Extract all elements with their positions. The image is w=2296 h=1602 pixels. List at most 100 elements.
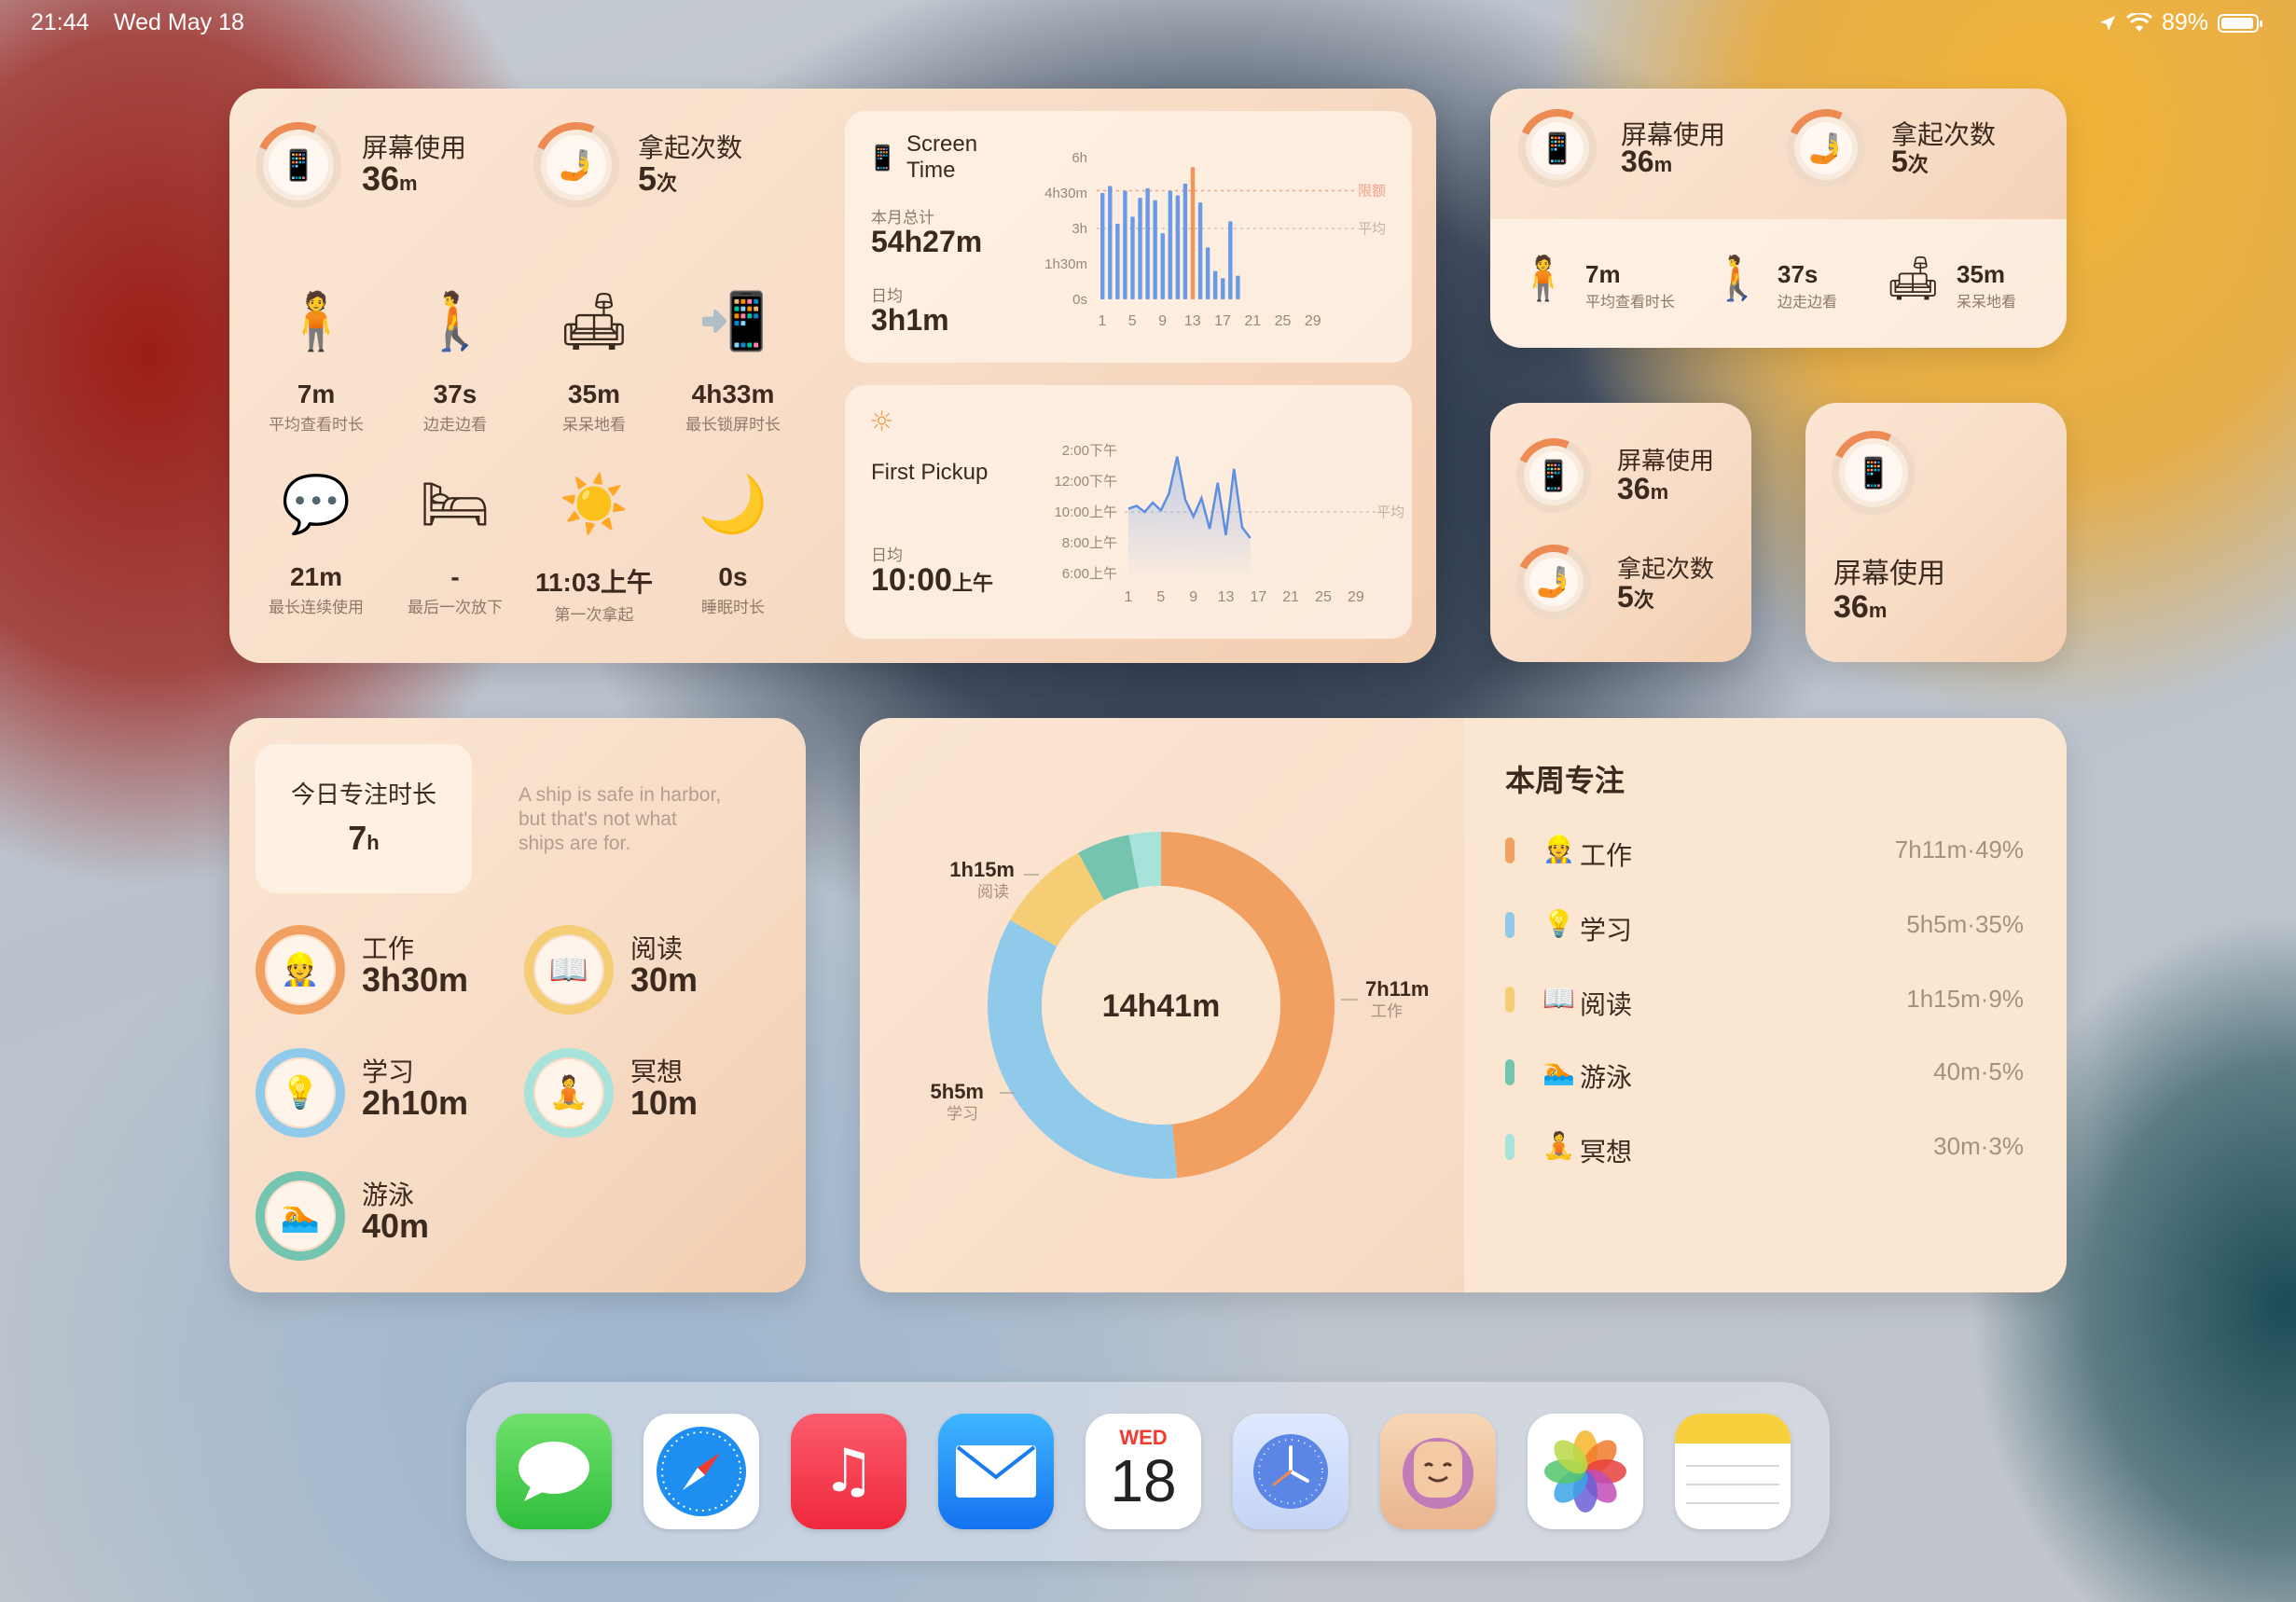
- medium-screen-use-value: 36m: [1621, 145, 1673, 178]
- bar-xtick: 9: [1158, 313, 1167, 329]
- focus-swim-value: 40m: [362, 1207, 430, 1245]
- line-xtick: 1: [1125, 589, 1133, 605]
- week-focus-legend: 👷 工作 7h11m·49% 💡 学习 5h5m·35% 📖 阅读 1h15m·9% 🏊 游泳…: [1505, 830, 2024, 1222]
- stat-sleep: 0s 睡眠时长: [701, 562, 765, 616]
- bar: [1123, 190, 1127, 299]
- focus-work-ring: 👷: [256, 925, 345, 1015]
- first-pickup-panel: ☼ First Pickup 日均 10:00上午 2:00下午 12:00下午 1…: [845, 385, 1412, 639]
- line-ytick: 8:00上午: [1062, 535, 1117, 551]
- photos-app-icon[interactable]: [1528, 1414, 1643, 1529]
- calendar-app-icon[interactable]: WED 18: [1086, 1414, 1201, 1529]
- focus-meditate-ring: 🧘: [524, 1048, 614, 1138]
- status-bar: 21:44 Wed May 18 89%: [0, 0, 2296, 47]
- line-xtick: 5: [1156, 589, 1165, 605]
- screen-use-value: 36m: [362, 159, 418, 198]
- bed-icon: 🛏: [419, 472, 491, 537]
- stat-longest-lock: 4h33m 最长锁屏时长: [685, 380, 781, 434]
- walking-person-icon: 🚶: [420, 289, 491, 354]
- status-right: 89%: [2098, 9, 2262, 36]
- legend-row-work: 👷 工作 7h11m·49%: [1505, 830, 2024, 877]
- medium-walking-icon: 🚶: [1710, 253, 1764, 303]
- month-total-value: 54h27m: [871, 225, 983, 258]
- screen-time-large-widget[interactable]: 📱 屏幕使用 36m 🤳 拿起次数 5次 🧍 🚶 🛋 📲 7m 平均查看时长 37…: [229, 89, 1436, 663]
- stat-last-putdown: - 最后一次放下: [408, 562, 503, 616]
- limit-label: 限额: [1358, 183, 1386, 199]
- locked-phone-icon: 📲: [698, 289, 768, 354]
- bar-ytick: 4h30m: [1044, 186, 1087, 201]
- small-b-ring: 📱: [1819, 419, 1928, 527]
- bar-xtick: 25: [1275, 313, 1292, 329]
- focus-reading-ring: 📖: [524, 925, 614, 1015]
- smiling-face-app-icon[interactable]: [1380, 1414, 1496, 1529]
- pickups-value: 5次: [638, 159, 678, 198]
- average-label: 平均: [1358, 221, 1386, 237]
- stat-longest-use: 21m 最长连续使用: [269, 562, 364, 616]
- screen-time-title: Screen Time: [906, 131, 978, 183]
- pickup-average-label: 平均: [1376, 504, 1404, 520]
- week-focus-widget[interactable]: 14h41m 7h11m 工作 5h5m 学习 1h15m 阅读 本周专注 👷 工作 7h11m…: [860, 718, 2067, 1292]
- donut-annotation-label: 阅读: [977, 883, 1009, 901]
- mail-app-icon[interactable]: [938, 1414, 1054, 1529]
- bar: [1228, 221, 1233, 299]
- legend-row-swim: 🏊 游泳 40m·5%: [1505, 1052, 2024, 1098]
- focus-today-widget[interactable]: 今日专注时长 7h A ship is safe in harbor, but t…: [229, 718, 806, 1292]
- focus-work-value: 3h30m: [362, 960, 469, 999]
- line-xtick: 9: [1189, 589, 1197, 605]
- line-ytick: 2:00下午: [1062, 443, 1117, 459]
- donut-center-label: 14h41m: [1102, 988, 1221, 1024]
- sun-icon: ☀️: [559, 472, 629, 537]
- reading-person-icon: 🧍: [281, 289, 352, 354]
- safari-app-icon[interactable]: [643, 1414, 759, 1529]
- line-xtick: 21: [1282, 589, 1299, 605]
- focus-study-ring: 💡: [256, 1048, 345, 1138]
- moon-icon: 🌙: [698, 472, 768, 537]
- focus-swim-ring: 🏊: [256, 1171, 345, 1261]
- medium-screen-use-ring: 📱: [1507, 98, 1608, 199]
- bar-ytick: 1h30m: [1044, 256, 1087, 272]
- bar: [1130, 216, 1135, 299]
- legend-row-reading: 📖 阅读 1h15m·9%: [1505, 979, 2024, 1026]
- screen-time-small-widget-b[interactable]: 📱 屏幕使用 36m: [1805, 403, 2067, 662]
- first-pickup-value: 10:00上午: [871, 562, 993, 598]
- notes-app-icon[interactable]: [1675, 1414, 1791, 1529]
- line-xtick: 13: [1218, 589, 1235, 605]
- music-app-icon[interactable]: ♫: [791, 1414, 906, 1529]
- line-xtick: 29: [1348, 589, 1364, 605]
- today-focus-value: 7h: [348, 819, 380, 857]
- line-ytick: 12:00下午: [1054, 474, 1117, 490]
- daily-avg-value: 3h1m: [871, 303, 949, 337]
- wifi-icon: [2125, 12, 2152, 32]
- hand-phone-icon: 🤳: [546, 135, 606, 195]
- bar-ytick: 3h: [1072, 221, 1087, 237]
- medium-reading-icon: 🧍: [1516, 253, 1570, 303]
- focus-quote: A ship is safe in harbor, but that's not …: [519, 784, 722, 854]
- bar: [1100, 193, 1105, 299]
- pickups-ring: 🤳: [521, 110, 631, 220]
- small-b-value: 36m: [1833, 589, 1888, 625]
- dock: ♫ WED 18: [466, 1382, 1830, 1561]
- donut-annotation-label: 工作: [1371, 1002, 1403, 1020]
- bar-xtick: 29: [1305, 313, 1321, 329]
- screen-time-small-widget-a[interactable]: 📱 屏幕使用 36m 🤳 拿起次数 5次: [1490, 403, 1751, 662]
- messages-app-icon[interactable]: [496, 1414, 612, 1529]
- focus-reading-value: 30m: [630, 960, 698, 999]
- medium-pickups-ring: 🤳: [1776, 98, 1876, 199]
- bar: [1205, 247, 1210, 299]
- donut-annotation-value: 5h5m: [931, 1080, 984, 1103]
- screen-use-ring: 📱: [243, 110, 353, 220]
- clock-app-icon[interactable]: [1233, 1414, 1349, 1529]
- screen-time-medium-widget[interactable]: 📱 屏幕使用 36m 🤳 拿起次数 5次 🧍 7m 平均查看时长 🚶 37s 边…: [1490, 89, 2067, 348]
- medium-stats-panel: 🧍 7m 平均查看时长 🚶 37s 边走边看 🛋 35m 呆呆地看: [1490, 219, 2067, 348]
- bar-xtick: 1: [1099, 313, 1107, 329]
- location-icon: [2099, 15, 2115, 31]
- screen-time-panel: 📱 Screen Time 本月总计 54h27m 日均 3h1m 6h 4h30m…: [845, 111, 1412, 363]
- pickup-area: [1128, 456, 1251, 573]
- donut-annotation-label: 学习: [947, 1105, 978, 1123]
- small-pickups-value: 5次: [1617, 580, 1654, 614]
- lounging-person-icon: 🛋: [558, 289, 630, 354]
- small-screen-use-ring: 📱: [1505, 427, 1602, 524]
- line-xtick: 25: [1315, 589, 1332, 605]
- phone-icon: 📱: [269, 135, 328, 195]
- first-pickup-title: First Pickup: [871, 460, 989, 485]
- bar: [1183, 183, 1188, 299]
